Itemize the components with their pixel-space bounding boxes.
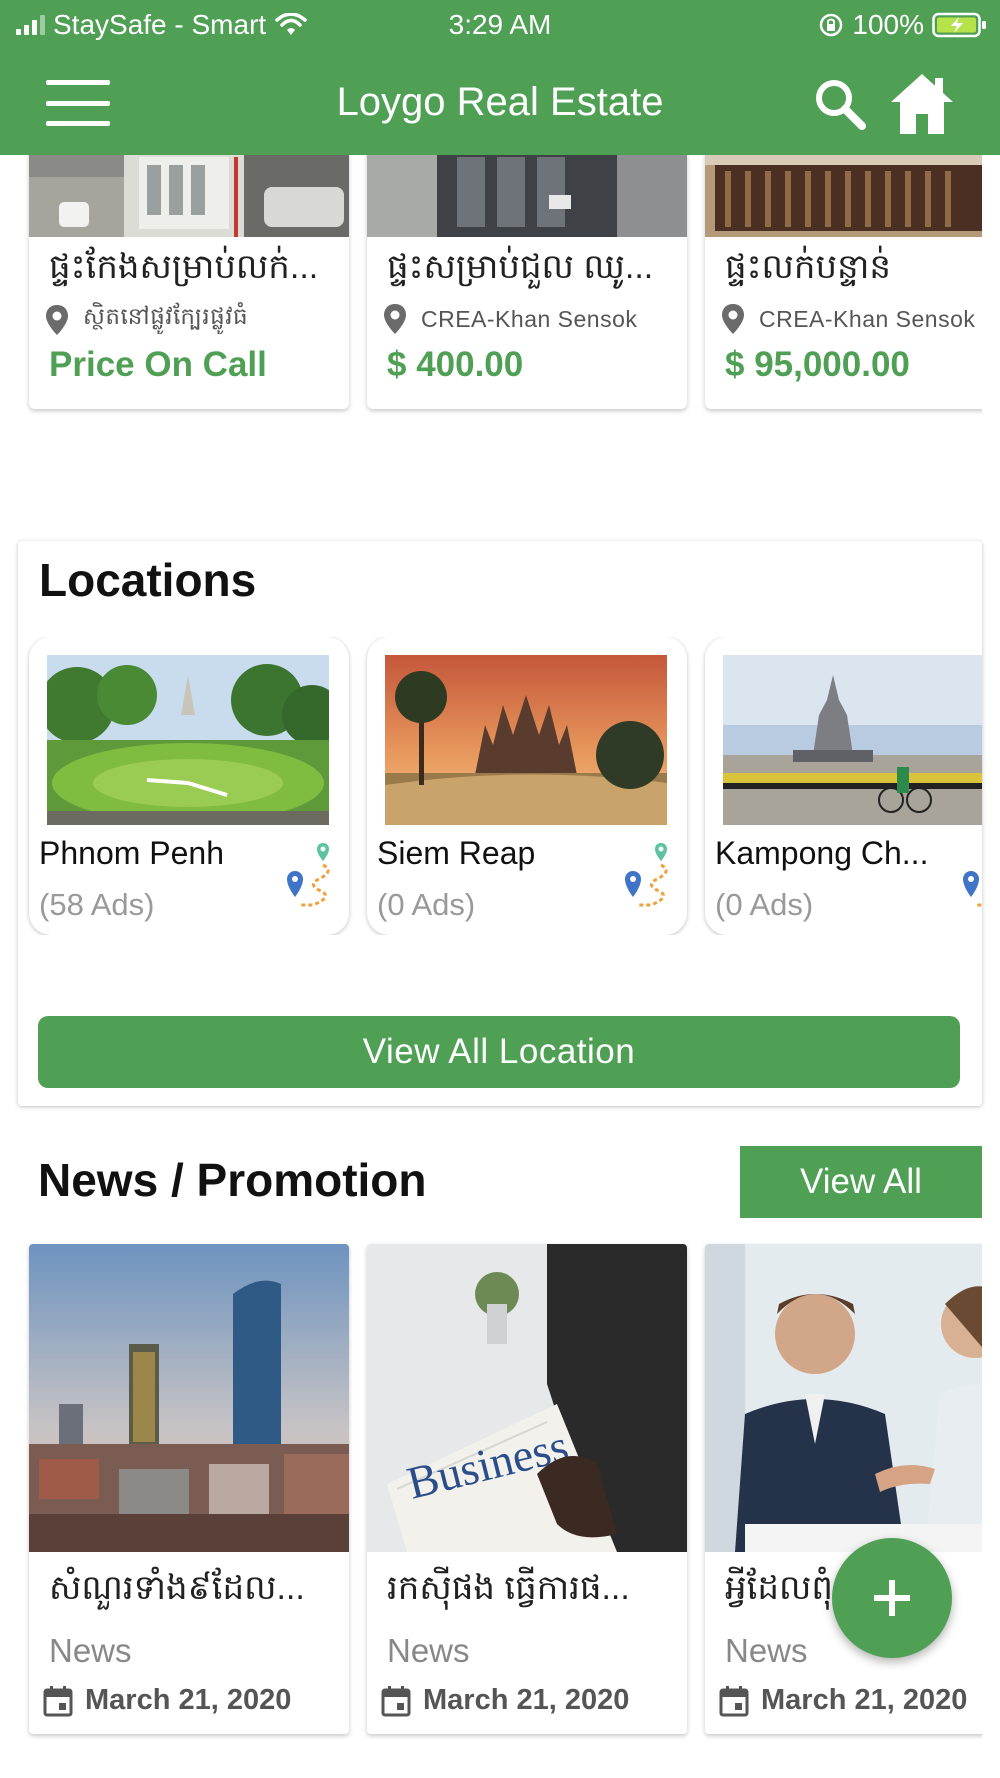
property-image — [367, 155, 687, 237]
property-card[interactable]: ផ្ទះសម្រាប់ជួល ឈូ... CREA-Khan Sensok $ … — [367, 155, 687, 409]
locations-carousel[interactable]: Phnom Penh (58 Ads) Siem Reap (0 Ads) Ka… — [18, 637, 982, 935]
locations-heading: Locations — [39, 554, 257, 606]
property-location-text: ស្ថិតនៅផ្លូវក្បែរផ្លូវធំ — [83, 303, 249, 329]
property-location: ស្ថិតនៅផ្លូវក្បែរផ្លូវធំ — [45, 303, 248, 336]
property-location: CREA-Khan Sensok — [383, 303, 637, 335]
search-icon[interactable] — [812, 76, 868, 132]
map-route-icon — [625, 843, 668, 907]
property-price: Price On Call — [49, 345, 267, 384]
property-location: CREA-Khan Sensok — [721, 303, 975, 335]
property-location-text: CREA-Khan Sensok — [421, 305, 638, 332]
news-heading: News / Promotion — [38, 1154, 427, 1206]
property-carousel[interactable]: ផ្ទះកែងសម្រាប់លក់... ស្ថិតនៅផ្លូវក្បែរផ្… — [0, 155, 982, 417]
property-title: ផ្ទះសម្រាប់ជួល ឈូ... — [387, 248, 654, 286]
calendar-icon — [381, 1685, 411, 1716]
battery-info: 100% — [818, 9, 988, 41]
status-bar: StaySafe - Smart 3:29 AM 100% — [0, 0, 1000, 52]
location-pin-icon — [384, 304, 406, 334]
news-carousel[interactable]: សំណួរទាំង៩ដែល... News March 21, 2020 Bus… — [0, 1240, 982, 1740]
locations-section: Locations Phnom Penh (58 Ads) Siem Reap … — [18, 541, 982, 1106]
news-card[interactable]: សំណួរទាំង៩ដែល... News March 21, 2020 — [29, 1244, 349, 1734]
battery-percent: 100% — [852, 9, 924, 40]
location-pin-icon — [46, 304, 68, 335]
property-price: $ 95,000.00 — [725, 345, 910, 384]
property-image — [29, 155, 349, 237]
location-card[interactable]: Phnom Penh (58 Ads) — [29, 637, 349, 935]
property-title: ផ្ទះលក់បន្ទាន់ — [725, 248, 892, 286]
location-pin-icon — [722, 304, 744, 334]
add-button[interactable] — [832, 1538, 952, 1658]
nav-bar: Loygo Real Estate — [0, 52, 1000, 155]
map-route-icon — [963, 871, 982, 907]
location-card[interactable]: Kampong Ch... (0 Ads) — [705, 637, 982, 935]
property-title: ផ្ទះកែងសម្រាប់លក់... — [49, 248, 319, 286]
battery-icon — [932, 12, 986, 38]
news-category: News — [725, 1632, 808, 1669]
rotation-lock-icon — [820, 13, 843, 37]
location-ads-count: (58 Ads) — [39, 887, 155, 922]
location-name: Siem Reap — [377, 835, 536, 871]
news-card[interactable]: អ្វីដែលពុំ... News March 21, 2020 — [705, 1244, 982, 1734]
news-card[interactable]: Business រកស៊ីផង ធ្វើការផ... News March … — [367, 1244, 687, 1734]
location-name: Kampong Ch... — [715, 835, 929, 871]
calendar-icon — [719, 1685, 749, 1716]
map-route-icon — [287, 843, 330, 907]
news-title: សំណួរទាំង៩ដែល... — [49, 1569, 305, 1607]
news-image: Business — [367, 1244, 687, 1552]
location-image — [723, 655, 982, 825]
calendar-icon — [43, 1685, 73, 1716]
news-image — [705, 1244, 982, 1552]
property-location-text: CREA-Khan Sensok — [759, 305, 976, 332]
news-date: March 21, 2020 — [43, 1684, 291, 1717]
location-image — [385, 655, 667, 825]
home-icon[interactable] — [888, 70, 956, 138]
location-name: Phnom Penh — [39, 835, 225, 871]
property-price: $ 400.00 — [387, 345, 524, 384]
news-date-text: March 21, 2020 — [423, 1684, 630, 1716]
news-image — [29, 1244, 349, 1552]
news-date: March 21, 2020 — [381, 1684, 629, 1717]
news-category: News — [387, 1632, 470, 1669]
property-card[interactable]: ផ្ទះលក់បន្ទាន់ CREA-Khan Sensok $ 95,000… — [705, 155, 982, 409]
property-card[interactable]: ផ្ទះកែងសម្រាប់លក់... ស្ថិតនៅផ្លូវក្បែរផ្… — [29, 155, 349, 409]
news-date: March 21, 2020 — [719, 1684, 967, 1717]
location-card[interactable]: Siem Reap (0 Ads) — [367, 637, 687, 935]
property-image — [705, 155, 982, 237]
location-image — [47, 655, 329, 825]
news-date-text: March 21, 2020 — [761, 1684, 968, 1716]
location-ads-count: (0 Ads) — [377, 887, 476, 922]
location-ads-count: (0 Ads) — [715, 887, 814, 922]
view-all-location-button[interactable]: View All Location — [38, 1016, 960, 1088]
news-title: រកស៊ីផង ធ្វើការផ... — [387, 1569, 630, 1607]
news-category: News — [49, 1632, 132, 1669]
plus-icon — [874, 1580, 910, 1616]
news-date-text: March 21, 2020 — [85, 1684, 292, 1716]
news-view-all-button[interactable]: View All — [740, 1146, 982, 1218]
